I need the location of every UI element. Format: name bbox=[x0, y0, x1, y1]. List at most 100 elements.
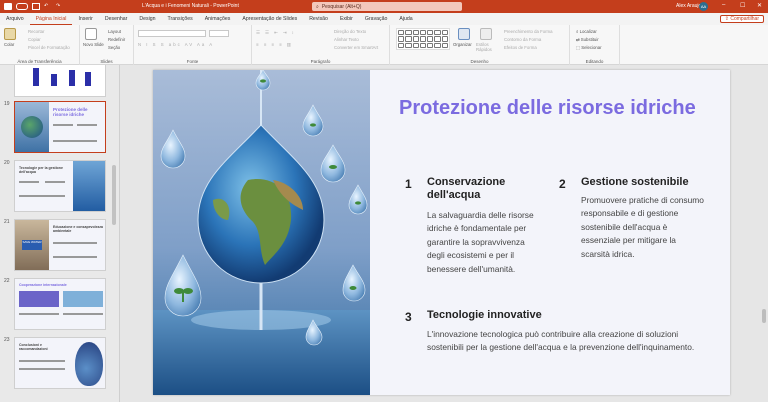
copy-button[interactable]: Copiar bbox=[28, 37, 41, 42]
tab-7[interactable]: Animações bbox=[199, 13, 237, 25]
shape-effects-button[interactable]: Efeitos de Forma bbox=[504, 45, 537, 50]
tab-4[interactable]: Desenhar bbox=[99, 13, 134, 25]
undo-icon[interactable]: ↶ bbox=[44, 3, 52, 10]
thumbnails-scrollbar[interactable] bbox=[112, 165, 116, 225]
slide-thumbnail[interactable]: SAVE WATER Educazione e consapevolezza a… bbox=[14, 219, 106, 271]
group-label: Parágrafo bbox=[310, 59, 331, 64]
item-body[interactable]: La salvaguardia delle risorse idriche è … bbox=[427, 209, 539, 276]
save-icon[interactable] bbox=[32, 3, 40, 10]
tab-2[interactable]: Página Inicial bbox=[29, 13, 73, 25]
tab-11[interactable]: Gravação bbox=[359, 13, 394, 25]
maximize-icon[interactable]: ☐ bbox=[740, 2, 745, 9]
canvas-scrollbar[interactable] bbox=[762, 309, 766, 323]
thumbnail-title: Cooperazione internazionale bbox=[19, 283, 67, 287]
group-clipboard: Colar Recortar Copiar Pincel de Formataç… bbox=[0, 25, 80, 65]
quick-access-toolbar: ↶ ↷ bbox=[0, 3, 120, 10]
title-bar: ↶ ↷ L'Acqua e i Fenomeni Naturali - Powe… bbox=[0, 0, 768, 13]
thumbnail-title: Conclusioni e raccomandazioni bbox=[19, 343, 48, 351]
slide-number: 22 bbox=[4, 278, 10, 284]
group-label: Área de Transferência bbox=[17, 59, 62, 64]
list-icons[interactable]: ☰ ☰ ⇤ ⇥ ↕ bbox=[256, 30, 296, 36]
search-input[interactable]: ⌕ Pesquisar (Alt+Q) bbox=[312, 2, 462, 11]
group-label: Desenho bbox=[470, 59, 489, 64]
tab-1[interactable]: Arquivo bbox=[0, 13, 30, 25]
group-paragraph: ☰ ☰ ⇤ ⇥ ↕ ≡ ≡ ≡ ≡ ▥ Direção do Texto Ali… bbox=[252, 25, 390, 65]
item-title[interactable]: Conservazione dell'acqua bbox=[427, 176, 537, 202]
thumbnail-badge: SAVE WATER bbox=[22, 240, 42, 250]
user-name[interactable]: Alex Araujo bbox=[676, 3, 701, 9]
item-title[interactable]: Tecnologie innovative bbox=[427, 309, 627, 322]
shape-fill-button[interactable]: Preenchimento da Forma bbox=[504, 29, 552, 34]
tab-10[interactable]: Exibir bbox=[334, 13, 359, 25]
thumbnail-title: Educazione e consapevolezza ambientale bbox=[53, 225, 103, 233]
autosave-toggle-icon[interactable] bbox=[16, 3, 28, 10]
slide-thumbnail[interactable] bbox=[14, 65, 106, 97]
earth-water-drop-image[interactable] bbox=[153, 70, 370, 395]
shape-outline-button[interactable]: Contorno da Forma bbox=[504, 37, 541, 42]
slide-number: 20 bbox=[4, 160, 10, 166]
select-button[interactable]: ⬚ Selecionar bbox=[576, 45, 602, 51]
tab-12[interactable]: Ajuda bbox=[393, 13, 418, 25]
paste-icon[interactable] bbox=[4, 28, 16, 40]
tab-6[interactable]: Transições bbox=[162, 13, 199, 25]
item-number: 3 bbox=[405, 310, 412, 324]
slide-title[interactable]: Protezione delle risorse idriche bbox=[399, 96, 699, 121]
redo-icon[interactable]: ↷ bbox=[56, 3, 64, 10]
slide-thumbnail[interactable]: Conclusioni e raccomandazioni bbox=[14, 337, 106, 389]
slide-thumbnail[interactable]: Cooperazione internazionale bbox=[14, 278, 106, 330]
arrange-icon[interactable] bbox=[458, 28, 470, 40]
reset-button[interactable]: Redefinir bbox=[108, 37, 125, 42]
paste-button[interactable]: Colar bbox=[4, 42, 14, 47]
slide-number: 23 bbox=[4, 337, 10, 343]
tab-5[interactable]: Design bbox=[133, 13, 161, 25]
layout-button[interactable]: Layout bbox=[108, 29, 121, 34]
format-painter-button[interactable]: Pincel de Formatação bbox=[28, 45, 70, 50]
align-text-button[interactable]: Alinhar Texto bbox=[334, 37, 359, 42]
slide-main[interactable]: Protezione delle risorse idriche 1 Conse… bbox=[153, 70, 730, 395]
section-button[interactable]: Seção bbox=[108, 45, 120, 50]
slide-number: 19 bbox=[4, 101, 10, 107]
item-number: 1 bbox=[405, 177, 412, 191]
powerpoint-logo-icon bbox=[4, 3, 12, 10]
new-slide-button[interactable]: Novo Slide bbox=[83, 42, 104, 47]
text-direction-button[interactable]: Direção do Texto bbox=[334, 29, 366, 34]
group-label: Slides bbox=[100, 59, 113, 64]
minimize-icon[interactable]: – bbox=[722, 2, 725, 8]
avatar[interactable]: AA bbox=[699, 2, 708, 11]
item-title[interactable]: Gestione sostenibile bbox=[581, 176, 711, 189]
item-body[interactable]: L'innovazione tecnologica può contribuir… bbox=[427, 328, 707, 355]
tab-9[interactable]: Revisão bbox=[303, 13, 334, 25]
item-number: 2 bbox=[559, 177, 566, 191]
search-icon: ⌕ bbox=[316, 3, 319, 10]
document-title: L'Acqua e i Fenomeni Naturali - PowerPoi… bbox=[142, 3, 239, 9]
group-font: N I S S abc AV Aa A Fonte bbox=[134, 25, 252, 65]
quick-styles-icon[interactable] bbox=[480, 28, 492, 40]
slide-thumbnail-selected[interactable]: Protezione delle risorse idriche bbox=[14, 101, 106, 153]
cut-button[interactable]: Recortar bbox=[28, 29, 44, 34]
font-format-icons[interactable]: N I S S abc AV Aa A bbox=[138, 42, 214, 47]
tab-8[interactable]: Apresentação de Slides bbox=[236, 13, 303, 25]
group-label: Fonte bbox=[186, 59, 199, 64]
item-body[interactable]: Promuovere pratiche di consumo responsab… bbox=[581, 194, 705, 261]
find-button[interactable]: ⌕ Localizar bbox=[576, 29, 597, 34]
slide-number: 21 bbox=[4, 219, 10, 225]
shapes-gallery[interactable] bbox=[396, 28, 450, 50]
slide-thumbnail[interactable]: Tecnologie per la gestione dell'acqua bbox=[14, 160, 106, 212]
arrange-button[interactable]: Organizar bbox=[453, 42, 472, 47]
group-editing: ⌕ Localizar ⇄ Substituir ⬚ Selecionar Ed… bbox=[570, 25, 620, 65]
smartart-button[interactable]: Converter em SmartArt bbox=[334, 45, 378, 50]
tab-3[interactable]: Inserir bbox=[72, 13, 98, 25]
thumbnail-title: Protezione delle risorse idriche bbox=[53, 107, 88, 117]
slide-thumbnails-panel[interactable]: 19 Protezione delle risorse idriche 20 T… bbox=[0, 65, 120, 402]
share-button[interactable]: ⇪ Compartilhar bbox=[719, 15, 764, 23]
align-icons[interactable]: ≡ ≡ ≡ ≡ ▥ bbox=[256, 42, 293, 48]
quick-styles-button[interactable]: Estilos Rápidos bbox=[476, 42, 498, 52]
ribbon: Colar Recortar Copiar Pincel de Formataç… bbox=[0, 25, 768, 65]
new-slide-icon[interactable] bbox=[85, 28, 97, 40]
replace-button[interactable]: ⇄ Substituir bbox=[576, 37, 599, 43]
font-size-select[interactable] bbox=[209, 30, 229, 37]
search-placeholder: Pesquisar (Alt+Q) bbox=[321, 3, 362, 10]
ribbon-tabs: Arquivo Página Inicial Inserir Desenhar Desi… bbox=[0, 13, 768, 25]
font-family-select[interactable] bbox=[138, 30, 206, 37]
close-icon[interactable]: ✕ bbox=[757, 2, 762, 9]
